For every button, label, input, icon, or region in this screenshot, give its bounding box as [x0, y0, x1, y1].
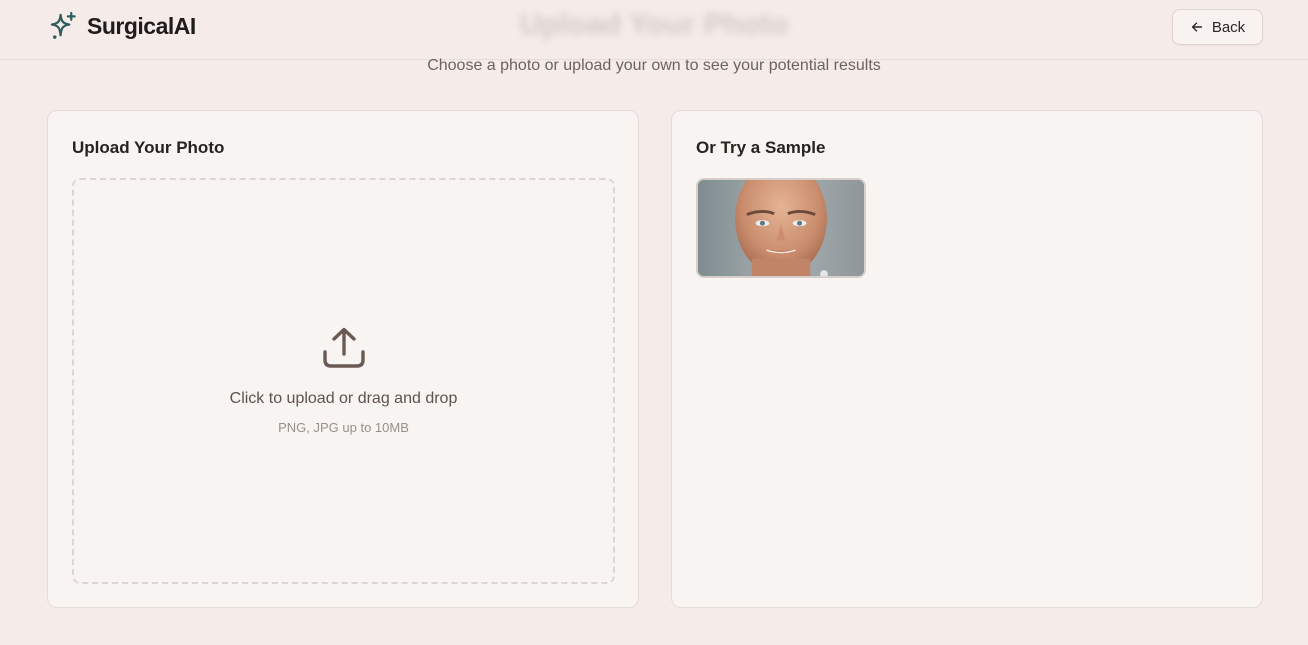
sample-photo-thumbnail[interactable]: [696, 178, 866, 278]
page-title: Upload Your Photo: [519, 8, 789, 41]
back-button-label: Back: [1211, 18, 1246, 36]
dropzone-hint: PNG, JPG up to 10MB: [278, 419, 409, 435]
sample-face-image: [698, 180, 864, 276]
dropzone-text: Click to upload or drag and drop: [229, 389, 458, 407]
upload-card: Upload Your Photo Click to upload or dra…: [47, 110, 639, 608]
top-bar: SurgicalAI Upload Your Photo Back: [0, 0, 1308, 60]
upload-card-title: Upload Your Photo: [72, 138, 225, 157]
upload-icon: [322, 327, 365, 368]
sample-card-title: Or Try a Sample: [696, 138, 826, 157]
arrow-left-icon: [1191, 22, 1202, 32]
upload-dropzone[interactable]: Click to upload or drag and drop PNG, JP…: [72, 178, 615, 584]
back-button[interactable]: Back: [1172, 9, 1263, 45]
page-subtitle: Choose a photo or upload your own to see…: [427, 57, 881, 74]
sample-card: Or Try a Sample: [671, 110, 1263, 608]
